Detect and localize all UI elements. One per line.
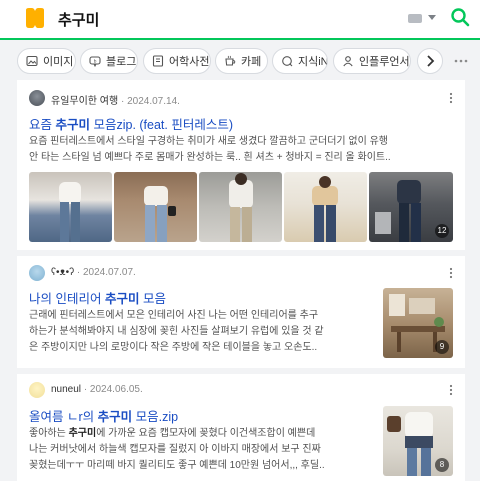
desc-line: 요즘 핀터레스트에서 스타일 구경하는 취미가 새로 생겼다 깔끔하고 군더더기… (29, 136, 388, 147)
result-description[interactable]: 요즘 핀터레스트에서 스타일 구경하는 취미가 새로 생겼다 깔끔하고 군더더기… (29, 134, 459, 168)
desc-line: 안 타는 스타일 넘 예쁘다 주로 몸매가 완성하는 룩.. 흰 셔츠 + 청바… (29, 152, 391, 163)
source-name[interactable]: nuneul (51, 384, 81, 395)
image-icon (26, 55, 38, 67)
tab-blog[interactable]: b 블로그 (80, 48, 138, 74)
search-header: 추구미 (0, 0, 480, 40)
blog-icon: b (89, 56, 101, 67)
desc-line: 하는가 분석해봐야지 내 심장에 꽂힌 사진들 살펴보기 유럽에 있을 것 같 (29, 326, 324, 337)
result-thumbnail[interactable]: 12 (369, 172, 453, 242)
image-count-badge: 9 (435, 340, 449, 354)
desc-line: 꽂혔는데ㅜㅜ 마리떼 바지 퀄리티도 좋구 예쁜데 10만원 넘어서,,, 후딜… (29, 460, 325, 471)
title-text: 나의 인테리어 (29, 292, 105, 306)
result-thumbnail[interactable]: 9 (383, 288, 453, 358)
kebab-menu-icon[interactable] (449, 92, 453, 104)
thumbnail-image (312, 176, 338, 242)
image-count-badge: 8 (435, 458, 449, 472)
naver-logo-icon[interactable] (24, 8, 46, 28)
result-thumbnail[interactable] (284, 172, 367, 242)
more-menu-icon[interactable] (454, 55, 468, 67)
avatar[interactable] (29, 265, 45, 281)
result-thumbnail[interactable] (199, 172, 282, 242)
keyboard-icon[interactable] (408, 14, 422, 23)
source-name[interactable]: 유일무이한 여행 (51, 96, 118, 107)
title-text: 요즘 (29, 118, 56, 132)
dictionary-icon (152, 55, 164, 67)
result-title-link[interactable]: 나의 인테리어 추구미 모음 (29, 288, 166, 307)
chevron-right-icon (427, 55, 435, 67)
tab-blog-label: 블로그 (106, 56, 137, 68)
desc-line: 근래에 핀터레스트에서 모은 인테리어 사진 나는 어떤 인테리어를 추구 (29, 310, 319, 321)
title-text: 모음 (139, 292, 166, 306)
result-title-link[interactable]: 올여름 ㄴr의 추구미 모음.zip (29, 406, 178, 425)
tab-image-label: 이미지 (43, 56, 74, 68)
result-thumbnail[interactable]: 8 (383, 406, 453, 476)
chevron-down-icon[interactable] (428, 15, 436, 20)
image-count-badge: 12 (435, 224, 449, 238)
avatar[interactable] (29, 90, 45, 106)
avatar[interactable] (29, 382, 45, 398)
tab-influencer-label: 인플루언서 (359, 56, 410, 68)
cafe-icon (225, 55, 236, 66)
person-icon (343, 56, 353, 67)
result-description[interactable]: 근래에 핀터레스트에서 모은 인테리어 사진 나는 어떤 인테리어를 추구 하는… (29, 308, 379, 358)
thumbnail-image (229, 173, 253, 242)
source-line: nuneul · 2024.06.05. (51, 384, 143, 395)
tab-influencer[interactable]: 인플루언서 (333, 48, 411, 74)
title-keyword: 추구미 (55, 118, 90, 132)
source-line: ʕ•ᴥ•ʔ · 2024.07.07. (51, 267, 136, 278)
search-tab-bar: 이미지 b 블로그 어학사전 카페 지식iN 인플루언서 (0, 42, 480, 80)
title-keyword: 추구미 (97, 410, 133, 424)
result-thumbnail[interactable] (29, 172, 112, 242)
search-query-text[interactable]: 추구미 (58, 9, 99, 30)
knowledge-icon (282, 56, 293, 67)
result-description[interactable]: 좋아하는 추구미에 가까운 요즘 캡모자에 꽂혔다 이건색조합이 예쁜데 나는 … (29, 426, 379, 476)
tab-dictionary-label: 어학사전 (169, 56, 210, 68)
tabs-next-button[interactable] (417, 48, 443, 74)
source-name[interactable]: ʕ•ᴥ•ʔ (51, 267, 74, 278)
kebab-menu-icon[interactable] (449, 384, 453, 396)
desc-line: 나는 커버낫에서 하늘색 캡모자를 질렀지 아 이바지 매장에서 보구 진짜 (29, 444, 321, 455)
tab-knowledge-label: 지식iN (298, 56, 328, 68)
title-text: 모음.zip (132, 410, 179, 424)
tab-image[interactable]: 이미지 (17, 48, 76, 74)
tab-knowledge[interactable]: 지식iN (272, 48, 328, 74)
result-thumbnail[interactable] (114, 172, 197, 242)
thumbnail-image (59, 182, 81, 242)
result-card: nuneul · 2024.06.05. 올여름 ㄴr의 추구미 모음.zip … (17, 374, 465, 481)
tab-cafe[interactable]: 카페 (215, 48, 268, 74)
post-date: 2024.07.07. (82, 267, 136, 278)
post-date: 2024.07.14. (127, 96, 180, 107)
desc-line: 좋아하는 추구미에 가까운 요즘 캡모자에 꽂혔다 이건색조합이 예쁜데 (29, 428, 316, 439)
title-text: 모음zip. (feat. 핀터레스트) (90, 118, 234, 132)
tab-dictionary[interactable]: 어학사전 (143, 48, 211, 74)
thumbnail-image (144, 186, 176, 242)
result-card: 유일무이한 여행 · 2024.07.14. 요즘 추구미 모음zip. (fe… (17, 80, 465, 250)
source-line: 유일무이한 여행 · 2024.07.14. (51, 96, 180, 107)
search-icon[interactable] (450, 7, 470, 27)
post-date: 2024.06.05. (89, 384, 143, 395)
result-title-link[interactable]: 요즘 추구미 모음zip. (feat. 핀터레스트) (29, 114, 233, 133)
svg-text:b: b (94, 58, 97, 64)
title-keyword: 추구미 (104, 292, 140, 306)
desc-line: 은 주방이지만 나의 로망이다 작은 주방에 작은 테이블을 놓고 오손도.. (29, 342, 318, 353)
kebab-menu-icon[interactable] (449, 267, 453, 279)
title-text: 올여름 ㄴr의 (29, 410, 98, 424)
tab-cafe-label: 카페 (241, 56, 262, 68)
result-card: ʕ•ᴥ•ʔ · 2024.07.07. 나의 인테리어 추구미 모음 근래에 핀… (17, 256, 465, 368)
